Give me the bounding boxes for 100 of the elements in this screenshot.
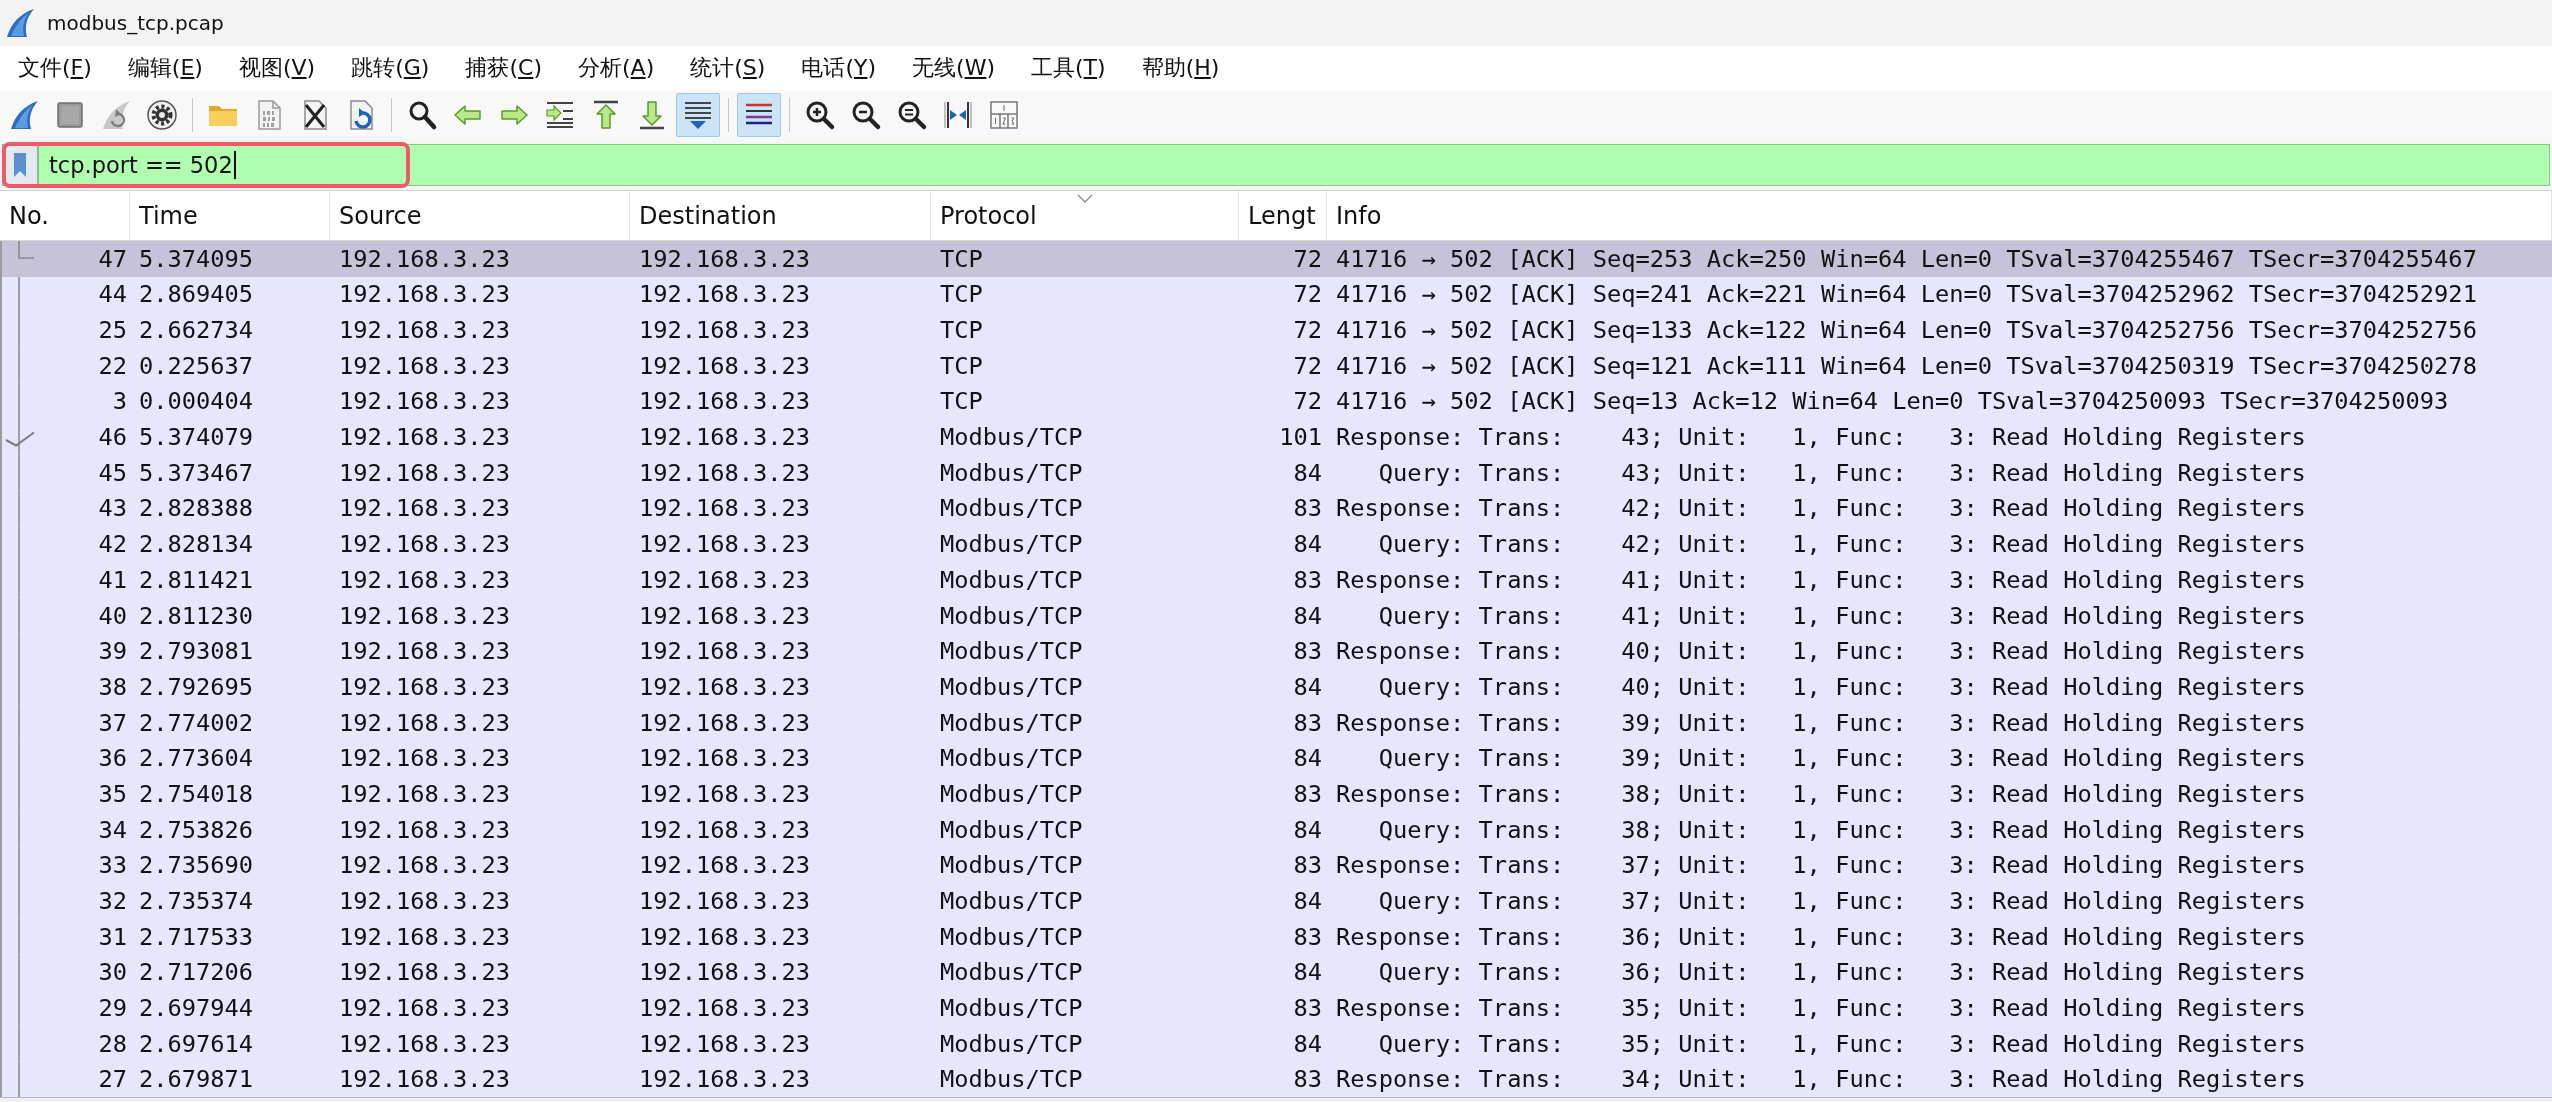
destination-cell-text: 192.168.3.23 <box>638 351 812 381</box>
column-header[interactable]: Time <box>130 191 330 240</box>
length-cell-text: 84 <box>1292 672 1323 702</box>
length-cell-text: 83 <box>1292 494 1323 523</box>
packet-row[interactable]: 42 2.828134 192.168.3.23 192.168.3.23 Modbus/TCP 84 Query: Trans: 42; Unit: 1, Func: 3: Read Holding Registers <box>2 526 2552 563</box>
source-cell-text: 192.168.3.23 <box>338 815 512 845</box>
protocol-cell-text: Modbus/TCP <box>939 922 1084 952</box>
packet-row[interactable]: 45 5.373467 192.168.3.23 192.168.3.23 Modbus/TCP 84 Query: Trans: 43; Unit: 1, Func: 3: Read Holding Registers <box>2 455 2552 491</box>
packet-row[interactable]: 38 2.792695 192.168.3.23 192.168.3.23 Modbus/TCP 84 Query: Trans: 40; Unit: 1, Func: 3: Read Holding Registers <box>2 669 2552 705</box>
packet-row[interactable]: 44 2.869405 192.168.3.23 192.168.3.23 TCP 72 41716 → 502 [ACK] Seq=241 Ack=221 Win=64 Len=0 TSval=3704252962 TSecr=3704252921 <box>2 276 2552 313</box>
menu-item[interactable]: 捕获(C) <box>447 49 560 87</box>
length-cell-text: 84 <box>1292 458 1323 488</box>
length-cell-text: 84 <box>1292 601 1323 630</box>
packet-row[interactable]: 40 2.811230 192.168.3.23 192.168.3.23 Modbus/TCP 84 Query: Trans: 41; Unit: 1, Func: 3: Read Holding Registers <box>2 597 2552 634</box>
length-cell-text: 101 <box>1278 423 1323 452</box>
packet-row[interactable]: 37 2.774002 192.168.3.23 192.168.3.23 Modbus/TCP 83 Response: Trans: 39; Unit: 1, Func: 3: Read Holding Registers <box>2 704 2552 741</box>
destination-cell-text: 192.168.3.23 <box>638 994 812 1023</box>
number-cell: 45 <box>98 458 127 488</box>
packet-row[interactable]: 25 2.662734 192.168.3.23 192.168.3.23 TCP 72 41716 → 502 [ACK] Seq=133 Ack=122 Win=64 Len=0 TSval=3704252756 TSecr=3704252756 <box>2 312 2552 349</box>
stop-icon <box>54 99 86 131</box>
display-filter-field[interactable]: tcp.port == 502 <box>38 144 2550 186</box>
menu-item[interactable]: 帮助(H) <box>1123 49 1238 87</box>
column-header[interactable]: Source <box>330 191 630 240</box>
protocol-cell-text: Modbus/TCP <box>939 530 1084 559</box>
settings-icon <box>146 99 178 131</box>
time-cell-text: 5.374079 <box>138 423 255 452</box>
packet-row[interactable]: 32 2.735374 192.168.3.23 192.168.3.23 Modbus/TCP 84 Query: Trans: 37; Unit: 1, Func: 3: Read Holding Registers <box>2 883 2552 920</box>
number-cell: 32 <box>98 887 127 916</box>
packet-row[interactable]: 22 0.225637 192.168.3.23 192.168.3.23 TCP 72 41716 → 502 [ACK] Seq=121 Ack=111 Win=64 Len=0 TSval=3704250319 TSecr=3704250278 <box>2 348 2552 384</box>
column-header[interactable]: Info <box>1327 191 2552 240</box>
menu-item[interactable]: 统计(S) <box>672 49 784 87</box>
info-cell-text: Query: Trans: 38; Unit: 1, Func: 3: Read Holding Registers <box>1377 815 2307 845</box>
length-cell-text: 83 <box>1292 565 1323 595</box>
menu-item[interactable]: 视图(V) <box>220 49 334 87</box>
info-cell-text: Response: Trans: 37; Unit: 1, Func: 3: Read Holding Registers <box>1335 851 2307 880</box>
menu-item[interactable]: 跳转(G) <box>333 49 448 87</box>
menu-item[interactable]: 编辑(E) <box>109 49 221 87</box>
length-cell-text: 83 <box>1292 779 1323 809</box>
menu-item[interactable]: 电话(Y) <box>783 49 895 87</box>
time-cell-text: 2.774002 <box>138 708 255 737</box>
info-cell-text: Query: Trans: 35; Unit: 1, Func: 3: Read Holding Registers <box>1377 1029 2307 1059</box>
destination-cell-text: 192.168.3.23 <box>638 565 812 595</box>
column-header[interactable]: Destination <box>630 191 931 240</box>
packet-row[interactable]: 46 5.374079 192.168.3.23 192.168.3.23 Modbus/TCP 101 Response: Trans: 43; Unit: 1, Func: 3: Read Holding Registers <box>2 419 2552 456</box>
bookmark-icon <box>13 152 27 178</box>
text-cursor <box>233 151 236 179</box>
source-cell-text: 192.168.3.23 <box>338 494 512 523</box>
packet-row[interactable]: 30 2.717206 192.168.3.23 192.168.3.23 Modbus/TCP 84 Query: Trans: 36; Unit: 1, Func: 3: Read Holding Registers <box>2 954 2552 991</box>
info-cell-text: Response: Trans: 35; Unit: 1, Func: 3: Read Holding Registers <box>1335 994 2307 1023</box>
packet-row[interactable]: 43 2.828388 192.168.3.23 192.168.3.23 Modbus/TCP 83 Response: Trans: 42; Unit: 1, Func: 3: Read Holding Registers <box>2 490 2552 527</box>
menu-item[interactable]: 分析(A) <box>560 49 673 87</box>
length-cell-text: 84 <box>1292 1029 1323 1059</box>
time-cell-text: 2.811421 <box>138 565 255 595</box>
number-cell: 30 <box>98 958 127 987</box>
destination-cell-text: 192.168.3.23 <box>638 423 812 452</box>
length-cell-text: 72 <box>1292 351 1323 381</box>
toolbar-button[interactable] <box>737 93 781 137</box>
packet-row[interactable]: 41 2.811421 192.168.3.23 192.168.3.23 Modbus/TCP 83 Response: Trans: 41; Unit: 1, Func: 3: Read Holding Registers <box>2 562 2552 598</box>
protocol-cell-text: Modbus/TCP <box>939 565 1084 595</box>
column-resize-icon <box>942 99 974 131</box>
destination-cell-text: 192.168.3.23 <box>638 887 812 916</box>
toolbar-button[interactable] <box>676 93 720 137</box>
packet-row[interactable]: 34 2.753826 192.168.3.23 192.168.3.23 Modbus/TCP 84 Query: Trans: 38; Unit: 1, Func: 3: Read Holding Registers <box>2 812 2552 848</box>
packet-row[interactable]: 28 2.697614 192.168.3.23 192.168.3.23 Modbus/TCP 84 Query: Trans: 35; Unit: 1, Func: 3: Read Holding Registers <box>2 1026 2552 1062</box>
number-cell: 41 <box>98 565 127 595</box>
packet-row[interactable]: 31 2.717533 192.168.3.23 192.168.3.23 Modbus/TCP 83 Response: Trans: 36; Unit: 1, Func: 3: Read Holding Registers <box>2 919 2552 955</box>
source-cell-text: 192.168.3.23 <box>338 779 512 809</box>
protocol-cell-text: TCP <box>939 387 984 416</box>
grid-icon <box>988 99 1020 131</box>
length-cell-text: 83 <box>1292 1065 1323 1094</box>
number-cell: 35 <box>98 779 127 809</box>
menu-item[interactable]: 无线(W) <box>894 49 1013 87</box>
time-cell-text: 2.717533 <box>138 922 255 952</box>
packet-row[interactable]: 35 2.754018 192.168.3.23 192.168.3.23 Modbus/TCP 83 Response: Trans: 38; Unit: 1, Func: 3: Read Holding Registers <box>2 776 2552 812</box>
packet-row[interactable]: 27 2.679871 192.168.3.23 192.168.3.23 Modbus/TCP 83 Response: Trans: 34; Unit: 1, Func: 3: Read Holding Registers <box>2 1061 2552 1097</box>
shark-fin-icon <box>8 99 40 131</box>
column-header[interactable]: Protocol <box>931 191 1239 240</box>
packet-row[interactable]: 33 2.735690 192.168.3.23 192.168.3.23 Modbus/TCP 83 Response: Trans: 37; Unit: 1, Func: 3: Read Holding Registers <box>2 847 2552 884</box>
source-cell-text: 192.168.3.23 <box>338 458 512 488</box>
packet-row[interactable]: 29 2.697944 192.168.3.23 192.168.3.23 Modbus/TCP 83 Response: Trans: 35; Unit: 1, Func: 3: Read Holding Registers <box>2 990 2552 1027</box>
time-cell-text: 2.793081 <box>138 637 255 666</box>
length-cell-text: 72 <box>1292 316 1323 345</box>
packet-row[interactable]: 3 0.000404 192.168.3.23 192.168.3.23 TCP 72 41716 → 502 [ACK] Seq=13 Ack=12 Win=64 Len=0 TSval=3704250093 TSecr=3704250093 <box>2 383 2552 420</box>
packet-row[interactable]: 39 2.793081 192.168.3.23 192.168.3.23 Modbus/TCP 83 Response: Trans: 40; Unit: 1, Func: 3: Read Holding Registers <box>2 633 2552 670</box>
column-header[interactable]: No. <box>0 191 130 240</box>
destination-cell-text: 192.168.3.23 <box>638 637 812 666</box>
packet-row[interactable]: 36 2.773604 192.168.3.23 192.168.3.23 Modbus/TCP 84 Query: Trans: 39; Unit: 1, Func: 3: Read Holding Registers <box>2 740 2552 777</box>
packet-row[interactable]: 47 5.374095 192.168.3.23 192.168.3.23 TCP 72 41716 → 502 [ACK] Seq=253 Ack=250 Win=64 Len=0 TSval=3704255467 TSecr=3704255467 <box>2 241 2552 277</box>
number-cell: 42 <box>98 530 127 559</box>
source-cell-text: 192.168.3.23 <box>338 565 512 595</box>
time-cell-text: 0.000404 <box>138 387 255 416</box>
info-cell-text: Query: Trans: 37; Unit: 1, Func: 3: Read Holding Registers <box>1377 887 2307 916</box>
destination-cell-text: 192.168.3.23 <box>638 494 812 523</box>
menu-item[interactable]: 文件(F) <box>0 49 110 87</box>
column-header[interactable]: Lengt <box>1239 191 1327 240</box>
info-cell-text: Query: Trans: 39; Unit: 1, Func: 3: Read Holding Registers <box>1377 744 2307 773</box>
menu-item[interactable]: 工具(T) <box>1013 49 1124 87</box>
window-title: modbus_tcp.pcap <box>47 11 224 35</box>
protocol-cell-text: Modbus/TCP <box>939 815 1084 845</box>
length-cell-text: 83 <box>1292 708 1323 737</box>
